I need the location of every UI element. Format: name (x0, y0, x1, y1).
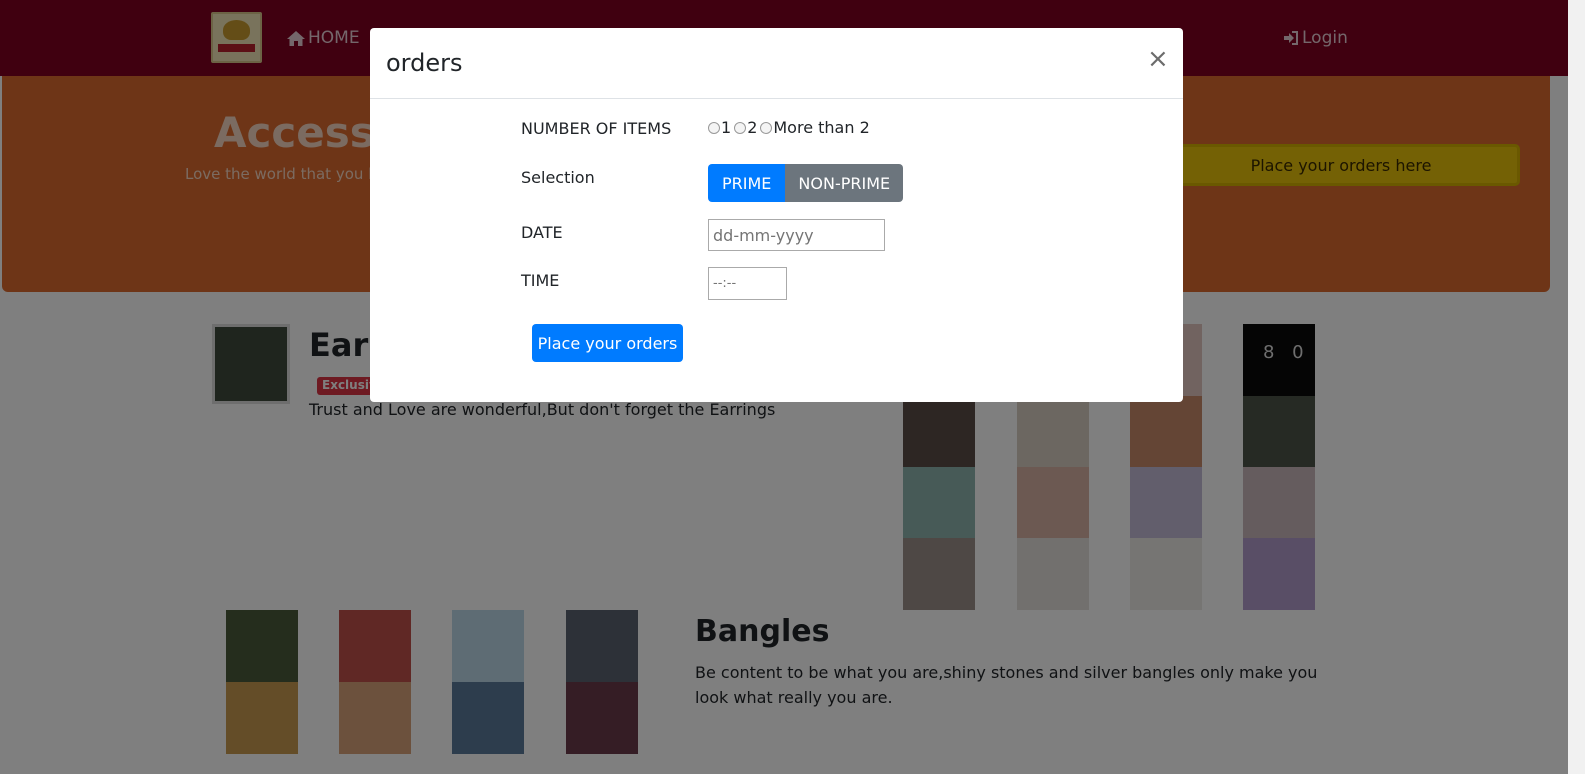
item-radio-2[interactable] (734, 121, 747, 134)
date-label: DATE (521, 223, 563, 242)
orders-modal: orders × NUMBER OF ITEMS 1 2 More than 2… (370, 28, 1183, 402)
modal-header: orders × (370, 28, 1183, 99)
time-input[interactable] (708, 267, 787, 300)
item-option-more: More than 2 (773, 118, 870, 137)
page-scrollbar[interactable] (1568, 0, 1585, 774)
time-label: TIME (521, 271, 560, 290)
place-orders-button[interactable]: Place your orders (532, 324, 683, 362)
non-prime-button[interactable]: NON-PRIME (785, 164, 904, 202)
selection-toggle: PRIME NON-PRIME (708, 164, 904, 202)
date-input[interactable] (708, 219, 885, 251)
item-radio-more[interactable] (760, 121, 773, 134)
close-icon[interactable]: × (1147, 44, 1169, 74)
items-label: NUMBER OF ITEMS (521, 119, 672, 138)
modal-title: orders (386, 49, 463, 77)
item-option-1: 1 (721, 118, 732, 137)
prime-button[interactable]: PRIME (708, 164, 786, 202)
selection-label: Selection (521, 168, 595, 187)
items-radio-group: 1 2 More than 2 (708, 118, 870, 137)
item-option-2: 2 (747, 118, 758, 137)
item-radio-1[interactable] (708, 121, 720, 134)
